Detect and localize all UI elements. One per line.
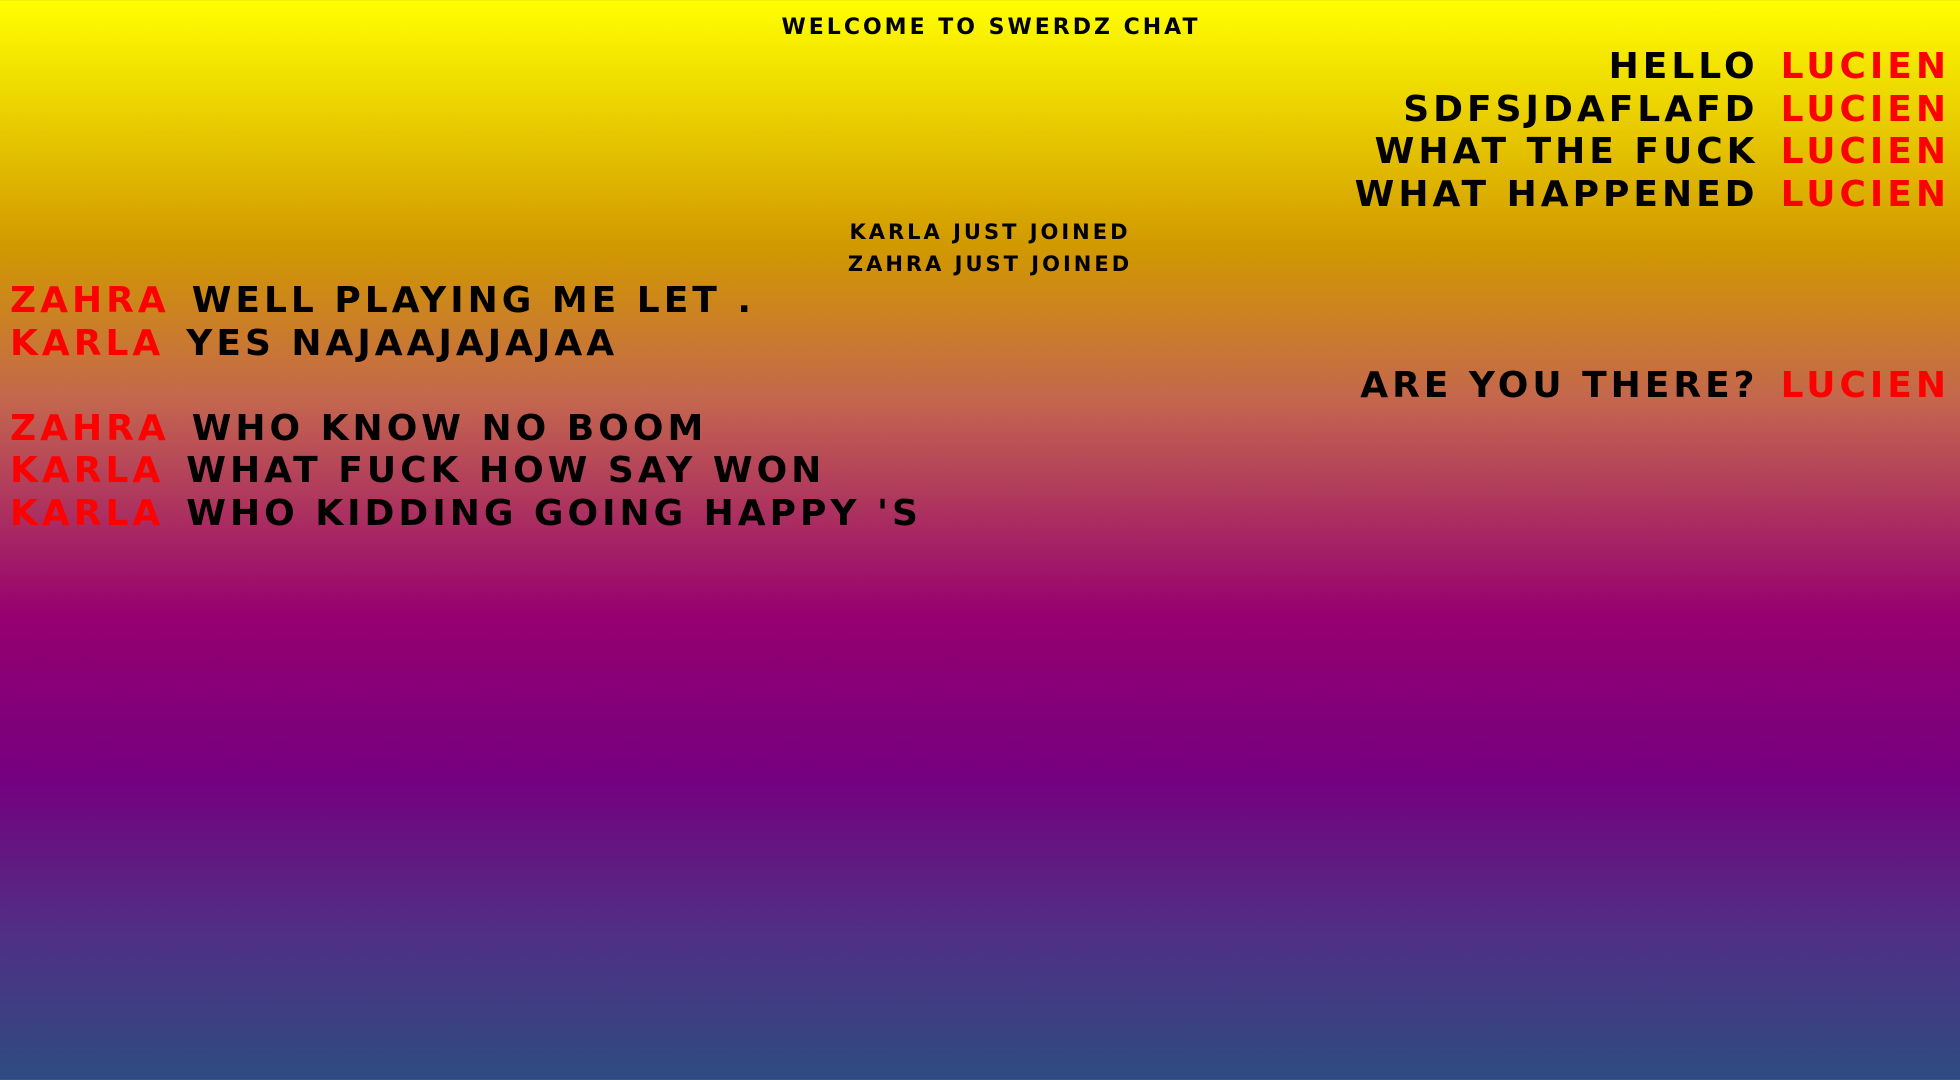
username: KARLA — [10, 492, 165, 534]
message-incoming: KARLA WHAT FUCK HOW SAY WON — [10, 450, 1950, 493]
message-text: WHO KIDDING GOING HAPPY 'S — [186, 492, 922, 534]
message-text: WHAT FUCK HOW SAY WON — [186, 450, 826, 491]
username: ZAHRA — [10, 280, 170, 321]
message-text: HELLO — [1608, 46, 1759, 87]
username: ZAHRA — [10, 407, 170, 449]
message-text: WHAT THE FUCK — [1374, 131, 1759, 172]
message-incoming: ZAHRA WELL PLAYING ME LET . — [10, 280, 1950, 323]
message-text: WHAT HAPPENED — [1354, 173, 1759, 215]
username: LUCIEN — [1780, 131, 1950, 172]
username: KARLA — [10, 450, 165, 491]
message-text: ARE YOU THERE? — [1360, 365, 1759, 406]
message-outgoing: WHAT THE FUCK LUCIEN — [10, 131, 1950, 174]
system-join-notice: ZAHRA JUST JOINED — [847, 252, 1133, 276]
username: KARLA — [10, 322, 165, 364]
message-feed: HELLO LUCIEN SDFSJDAFLAFD LUCIEN WHAT THE … — [10, 46, 1950, 535]
username: LUCIEN — [1780, 88, 1950, 130]
message-text: WELL PLAYING ME LET . — [191, 280, 756, 321]
chat-title: WELCOME TO SWERDZ CHAT — [781, 15, 1201, 40]
username: LUCIEN — [1780, 365, 1950, 406]
username: LUCIEN — [1780, 173, 1950, 215]
message-outgoing: HELLO LUCIEN — [10, 46, 1950, 89]
message-text: WHO KNOW NO BOOM — [191, 407, 708, 449]
message-text: YES NAJAAJAJAJAA — [186, 322, 619, 364]
message-incoming: ZAHRA WHO KNOW NO BOOM — [10, 408, 1950, 451]
message-outgoing: WHAT HAPPENED LUCIEN — [10, 174, 1950, 217]
message-incoming: KARLA WHO KIDDING GOING HAPPY 'S — [10, 493, 1950, 536]
message-outgoing: SDFSJDAFLAFD LUCIEN — [10, 89, 1950, 132]
message-outgoing: ARE YOU THERE? LUCIEN — [10, 365, 1950, 408]
username: LUCIEN — [1780, 46, 1950, 87]
system-join-notice: KARLA JUST JOINED — [849, 220, 1131, 244]
message-incoming: KARLA YES NAJAAJAJAJAA — [10, 323, 1950, 366]
message-text: SDFSJDAFLAFD — [1403, 88, 1759, 130]
